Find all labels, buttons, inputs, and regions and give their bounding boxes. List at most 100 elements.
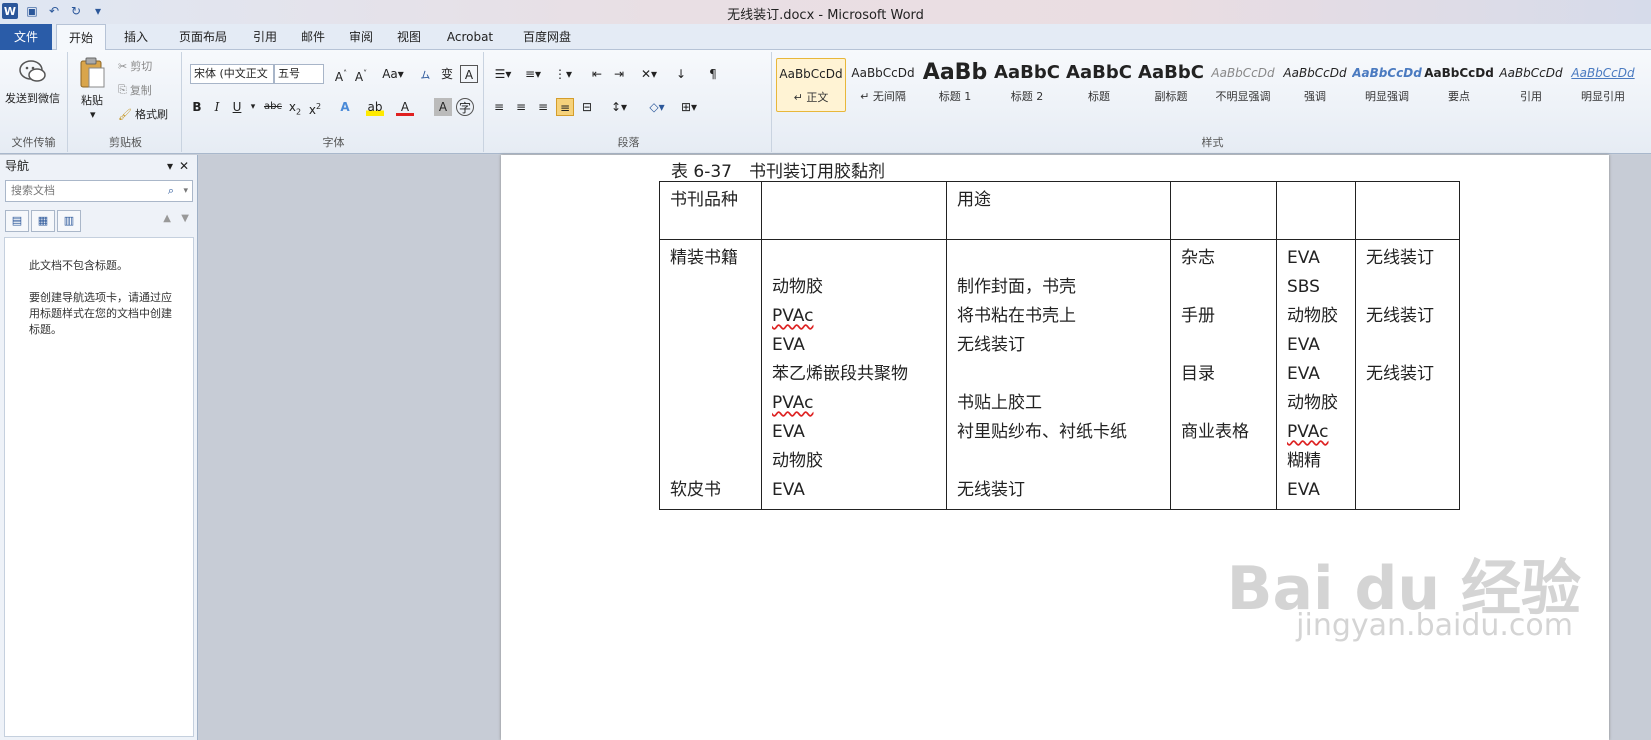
style-heading-1[interactable]: AaBb 标题 1 [920, 58, 990, 112]
paste-icon[interactable] [78, 56, 106, 90]
style-intense-emphasis[interactable]: AaBbCcDd 明显强调 [1352, 58, 1422, 112]
next-heading-icon[interactable]: ▼ [181, 213, 189, 224]
enclose-char-icon[interactable]: 字 [456, 98, 474, 116]
table-cell[interactable]: 用途 [946, 181, 1171, 240]
borders-icon[interactable]: ⊞▾ [676, 98, 702, 116]
style-strong[interactable]: AaBbCcDd 要点 [1424, 58, 1494, 112]
table-cell[interactable] [1355, 181, 1460, 240]
tab-view[interactable]: 视图 [388, 24, 430, 50]
search-icon[interactable]: ⌕ [168, 181, 174, 201]
clear-format-icon[interactable]: ㇺ [416, 65, 434, 83]
table-cell[interactable]: 杂志 手册 目录 商业表格 [1170, 239, 1277, 510]
copy-icon: ⎘ [118, 83, 127, 96]
char-border-icon[interactable]: A [460, 65, 478, 83]
decrease-indent-icon[interactable]: ⇤ [588, 65, 606, 83]
table-cell[interactable] [1170, 181, 1277, 240]
line-spacing-icon[interactable]: ↕▾ [606, 98, 632, 116]
document-table[interactable]: 书刊品种 用途 精装书籍 软皮书 动物胶 PVAc EVA 苯乙烯嵌段共聚物 PVAc EV… [659, 181, 1460, 510]
grow-font-icon[interactable]: A˄ [332, 65, 350, 84]
headings-view-icon[interactable]: ▤ [5, 210, 29, 232]
nav-options-icon[interactable]: ▾ [167, 155, 173, 177]
char-shading-icon[interactable]: A [434, 98, 452, 116]
paste-dropdown-icon[interactable]: ▾ [90, 108, 96, 121]
search-dropdown-icon[interactable]: ▾ [183, 181, 188, 201]
font-color-icon[interactable]: A [396, 98, 414, 116]
table-cell[interactable] [1276, 181, 1356, 240]
style-heading-2[interactable]: AaBbC 标题 2 [992, 58, 1062, 112]
nav-message: 此文档不包含标题。 [29, 259, 128, 272]
tab-file[interactable]: 文件 [0, 24, 52, 50]
style-emphasis[interactable]: AaBbCcDd 强调 [1280, 58, 1350, 112]
copy-button[interactable]: ⎘ 复制 [118, 82, 152, 98]
justify-icon[interactable]: ≡ [556, 98, 574, 116]
change-case-icon[interactable]: Aa▾ [380, 65, 406, 83]
tab-page-layout[interactable]: 页面布局 [166, 24, 240, 50]
distributed-icon[interactable]: ⊟ [578, 98, 596, 116]
pages-view-icon[interactable]: ▦ [31, 210, 55, 232]
italic-icon[interactable]: I [208, 98, 226, 116]
show-marks-icon[interactable]: ¶ [704, 65, 722, 83]
table-cell[interactable] [761, 181, 947, 240]
wechat-icon[interactable] [18, 58, 48, 86]
tab-mailings[interactable]: 邮件 [292, 24, 334, 50]
ribbon-tabs: 文件 开始 插入 页面布局 引用 邮件 审阅 视图 Acrobat 百度网盘 [0, 24, 1651, 51]
font-size-select[interactable]: 五号 [274, 64, 324, 84]
style-no-spacing[interactable]: AaBbCcDd ↵ 无间隔 [848, 58, 918, 112]
bullets-icon[interactable]: ☰▾ [490, 65, 516, 83]
tab-insert[interactable]: 插入 [110, 24, 162, 50]
group-file-transfer: 发送到微信 文件传输 [0, 52, 68, 152]
bold-icon[interactable]: B [188, 98, 206, 116]
increase-indent-icon[interactable]: ⇥ [610, 65, 628, 83]
sort-icon[interactable]: ↓ [672, 65, 690, 83]
table-caption: 表 6-37 书刊装订用胶黏剂 [671, 162, 885, 182]
tab-home[interactable]: 开始 [56, 24, 106, 51]
align-right-icon[interactable]: ≡ [534, 98, 552, 116]
strikethrough-icon[interactable]: abc [262, 98, 284, 116]
phonetic-guide-icon[interactable]: 变 [438, 65, 456, 83]
text-effects-icon[interactable]: A [336, 98, 354, 116]
shrink-font-icon[interactable]: A˅ [352, 65, 370, 84]
tab-baidu-netdisk[interactable]: 百度网盘 [510, 24, 584, 50]
document-page[interactable]: 表 6-37 书刊装订用胶黏剂 书刊品种 用途 精装书籍 软皮书 动物胶 PVAc E… [501, 155, 1609, 740]
table-cell[interactable]: 精装书籍 软皮书 [659, 239, 762, 510]
tab-review[interactable]: 审阅 [340, 24, 382, 50]
table-cell[interactable]: 制作封面，书壳 将书粘在书壳上 无线装订 书贴上胶工 衬里贴纱布、衬纸卡纸 无线装订 [946, 239, 1171, 510]
send-to-wechat-button[interactable]: 发送到微信 [5, 90, 60, 106]
close-icon[interactable]: ✕ [179, 155, 189, 177]
table-row: 精装书籍 软皮书 动物胶 PVAc EVA 苯乙烯嵌段共聚物 PVAc EVA 动物胶 EVA … [659, 239, 1460, 510]
font-name-select[interactable]: 宋体 (中文正文 [190, 64, 274, 84]
align-left-icon[interactable]: ≡ [490, 98, 508, 116]
style-subtitle[interactable]: AaBbC 副标题 [1136, 58, 1206, 112]
multilevel-list-icon[interactable]: ⋮▾ [550, 65, 576, 83]
table-cell[interactable]: 书刊品种 [659, 181, 762, 240]
prev-heading-icon[interactable]: ▲ [163, 213, 171, 224]
nav-search-input[interactable]: 搜索文档 ⌕ ▾ [5, 180, 193, 202]
tab-references[interactable]: 引用 [244, 24, 286, 50]
superscript-icon[interactable]: x2 [306, 98, 324, 117]
results-view-icon[interactable]: ▥ [57, 210, 81, 232]
group-styles: AaBbCcDd ↵ 正文 AaBbCcDd ↵ 无间隔 AaBb 标题 1 AaBb… [774, 52, 1651, 152]
style-normal[interactable]: AaBbCcDd ↵ 正文 [776, 58, 846, 112]
style-intense-quote[interactable]: AaBbCcDd 明显引用 [1568, 58, 1638, 112]
shading-icon[interactable]: ◇▾ [644, 98, 670, 116]
underline-dropdown-icon[interactable]: ▾ [244, 98, 262, 116]
table-cell[interactable]: EVA SBS 动物胶 EVA EVA 动物胶 PVAc 糊精 EVA [1276, 239, 1356, 510]
format-painter-button[interactable]: 🖌 格式刷 [118, 106, 168, 122]
align-center-icon[interactable]: ≡ [512, 98, 530, 116]
numbering-icon[interactable]: ≡▾ [520, 65, 546, 83]
style-subtle-emphasis[interactable]: AaBbCcDd 不明显强调 [1208, 58, 1278, 112]
table-cell[interactable]: 无线装订 无线装订 无线装订 [1355, 239, 1460, 510]
table-cell[interactable]: 动物胶 PVAc EVA 苯乙烯嵌段共聚物 PVAc EVA 动物胶 EVA [761, 239, 947, 510]
title-bar: W ▣ ↶ ↻ ▾ 无线装订.docx - Microsoft Word [0, 0, 1651, 24]
cut-button[interactable]: ✂ 剪切 [118, 58, 152, 74]
scissors-icon: ✂ [118, 59, 128, 73]
style-quote[interactable]: AaBbCcDd 引用 [1496, 58, 1566, 112]
highlight-icon[interactable]: ab [366, 98, 384, 116]
asian-layout-icon[interactable]: ✕▾ [636, 65, 662, 83]
group-label: 样式 [1201, 136, 1224, 149]
style-title[interactable]: AaBbC 标题 [1064, 58, 1134, 112]
group-paragraph: ☰▾ ≡▾ ⋮▾ ⇤ ⇥ ✕▾ ↓ ¶ ≡ ≡ ≡ ≡ ⊟ ↕▾ ◇▾ ⊞▾ 段… [486, 52, 772, 152]
paste-button[interactable]: 粘贴 [81, 92, 103, 108]
subscript-icon[interactable]: x2 [286, 98, 304, 116]
tab-acrobat[interactable]: Acrobat [436, 24, 504, 50]
